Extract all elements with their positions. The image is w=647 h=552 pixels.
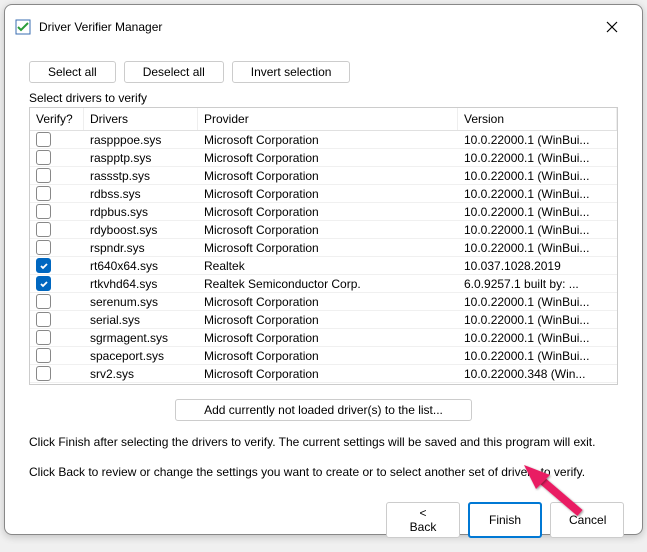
list-header: Verify? Drivers Provider Version	[30, 108, 617, 131]
list-label: Select drivers to verify	[29, 91, 618, 105]
table-row[interactable]: sgrmagent.sysMicrosoft Corporation10.0.2…	[30, 329, 617, 347]
verify-checkbox[interactable]	[36, 330, 51, 345]
table-row[interactable]: srv2.sys Microsoft Corporation10.0.22000.…	[30, 365, 617, 383]
driver-provider: Microsoft Corporation	[198, 132, 458, 148]
driver-version: 10.0.22000.1 (WinBui...	[458, 132, 617, 148]
driver-version: 10.0.22000.1 (WinBui...	[458, 168, 617, 184]
driver-name: spaceport.sys	[84, 348, 198, 364]
driver-version: 10.0.22000.348 (Win...	[458, 366, 617, 382]
driver-provider: Microsoft Corporation	[198, 312, 458, 328]
driver-provider: Microsoft Corporation	[198, 204, 458, 220]
app-icon	[15, 19, 31, 35]
verify-checkbox[interactable]	[36, 168, 51, 183]
verify-checkbox[interactable]	[36, 312, 51, 327]
verify-checkbox[interactable]	[36, 204, 51, 219]
driver-version: 10.0.22000.1 (WinBui...	[458, 330, 617, 346]
deselect-all-button[interactable]: Deselect all	[124, 61, 224, 83]
driver-provider: Realtek Semiconductor Corp.	[198, 276, 458, 292]
add-drivers-button[interactable]: Add currently not loaded driver(s) to th…	[175, 399, 472, 421]
driver-provider: Microsoft Corporation	[198, 348, 458, 364]
driver-provider: Microsoft Corporation	[198, 240, 458, 256]
table-row[interactable]: raspptp.sysMicrosoft Corporation10.0.220…	[30, 149, 617, 167]
driver-version: 10.0.22000.348 (Win...	[458, 384, 617, 385]
driver-provider: Microsoft Corporation	[198, 168, 458, 184]
driver-name: rspndr.sys	[84, 240, 198, 256]
driver-version: 10.0.22000.1 (WinBui...	[458, 150, 617, 166]
driver-version: 10.0.22000.1 (WinBui...	[458, 348, 617, 364]
driver-provider: Microsoft Corporation	[198, 222, 458, 238]
titlebar: Driver Verifier Manager	[5, 5, 642, 49]
table-row[interactable]: rassstp.sysMicrosoft Corporation10.0.220…	[30, 167, 617, 185]
driver-provider: Microsoft Corporation	[198, 366, 458, 382]
window-title: Driver Verifier Manager	[39, 20, 592, 34]
table-row[interactable]: rdpbus.sysMicrosoft Corporation10.0.2200…	[30, 203, 617, 221]
footer-buttons: < Back Finish Cancel	[5, 492, 642, 552]
driver-provider: Microsoft Corporation	[198, 330, 458, 346]
driver-version: 10.0.22000.1 (WinBui...	[458, 222, 617, 238]
instruction-back: Click Back to review or change the setti…	[29, 465, 618, 481]
content-area: Select all Deselect all Invert selection…	[5, 49, 642, 492]
header-drivers[interactable]: Drivers	[84, 108, 198, 130]
driver-name: rtkvhd64.sys	[84, 276, 198, 292]
select-all-button[interactable]: Select all	[29, 61, 116, 83]
table-row[interactable]: serenum.sysMicrosoft Corporation10.0.220…	[30, 293, 617, 311]
selection-toolbar: Select all Deselect all Invert selection	[29, 61, 618, 83]
table-row[interactable]: raspppoe.sysMicrosoft Corporation10.0.22…	[30, 131, 617, 149]
driver-version: 10.0.22000.1 (WinBui...	[458, 294, 617, 310]
driver-provider: Microsoft Corporation	[198, 186, 458, 202]
instruction-finish: Click Finish after selecting the drivers…	[29, 435, 618, 451]
table-row[interactable]: rspndr.sysMicrosoft Corporation10.0.2200…	[30, 239, 617, 257]
header-version[interactable]: Version	[458, 108, 617, 130]
verify-checkbox[interactable]	[36, 222, 51, 237]
driver-name: rdbss.sys	[84, 186, 198, 202]
driver-provider: Realtek	[198, 258, 458, 274]
table-row[interactable]: serial.sysMicrosoft Corporation10.0.2200…	[30, 311, 617, 329]
driver-provider: Microsoft Corporation	[198, 384, 458, 385]
finish-button[interactable]: Finish	[468, 502, 542, 538]
header-provider[interactable]: Provider	[198, 108, 458, 130]
driver-version: 10.0.22000.1 (WinBui...	[458, 312, 617, 328]
invert-selection-button[interactable]: Invert selection	[232, 61, 351, 83]
verify-checkbox[interactable]	[36, 258, 51, 273]
table-row[interactable]: rdyboost.sysMicrosoft Corporation10.0.22…	[30, 221, 617, 239]
driver-name: srvnet.sys	[84, 384, 198, 385]
driver-name: serial.sys	[84, 312, 198, 328]
verify-checkbox[interactable]	[36, 348, 51, 363]
table-row[interactable]: rdbss.sysMicrosoft Corporation10.0.22000…	[30, 185, 617, 203]
verify-checkbox[interactable]	[36, 294, 51, 309]
close-button[interactable]	[592, 13, 632, 41]
verify-checkbox[interactable]	[36, 150, 51, 165]
driver-name: srv2.sys	[84, 366, 198, 382]
header-verify[interactable]: Verify?	[30, 108, 84, 130]
back-button[interactable]: < Back	[386, 502, 460, 538]
driver-name: sgrmagent.sys	[84, 330, 198, 346]
driver-name: raspppoe.sys	[84, 132, 198, 148]
table-row[interactable]: rt640x64.sysRealtek10.037.1028.2019	[30, 257, 617, 275]
driver-version: 10.0.22000.1 (WinBui...	[458, 204, 617, 220]
driver-name: serenum.sys	[84, 294, 198, 310]
app-window: Driver Verifier Manager Select all Desel…	[4, 4, 643, 535]
cancel-button[interactable]: Cancel	[550, 502, 624, 538]
driver-version: 10.0.22000.1 (WinBui...	[458, 186, 617, 202]
table-row[interactable]: rtkvhd64.sysRealtek Semiconductor Corp.6…	[30, 275, 617, 293]
driver-name: rt640x64.sys	[84, 258, 198, 274]
driver-provider: Microsoft Corporation	[198, 294, 458, 310]
verify-checkbox[interactable]	[36, 132, 51, 147]
list-body[interactable]: raspppoe.sysMicrosoft Corporation10.0.22…	[30, 131, 617, 384]
verify-checkbox[interactable]	[36, 240, 51, 255]
table-row[interactable]: spaceport.sysMicrosoft Corporation10.0.2…	[30, 347, 617, 365]
driver-name: rdpbus.sys	[84, 204, 198, 220]
verify-checkbox[interactable]	[36, 366, 51, 381]
verify-checkbox[interactable]	[36, 186, 51, 201]
driver-name: rassstp.sys	[84, 168, 198, 184]
driver-name: raspptp.sys	[84, 150, 198, 166]
driver-list: Verify? Drivers Provider Version raspppo…	[29, 107, 618, 385]
driver-version: 6.0.9257.1 built by: ...	[458, 276, 617, 292]
driver-provider: Microsoft Corporation	[198, 150, 458, 166]
verify-checkbox[interactable]	[36, 276, 51, 291]
table-row[interactable]: srvnet.sysMicrosoft Corporation10.0.2200…	[30, 383, 617, 384]
driver-name: rdyboost.sys	[84, 222, 198, 238]
driver-version: 10.037.1028.2019	[458, 258, 617, 274]
driver-version: 10.0.22000.1 (WinBui...	[458, 240, 617, 256]
